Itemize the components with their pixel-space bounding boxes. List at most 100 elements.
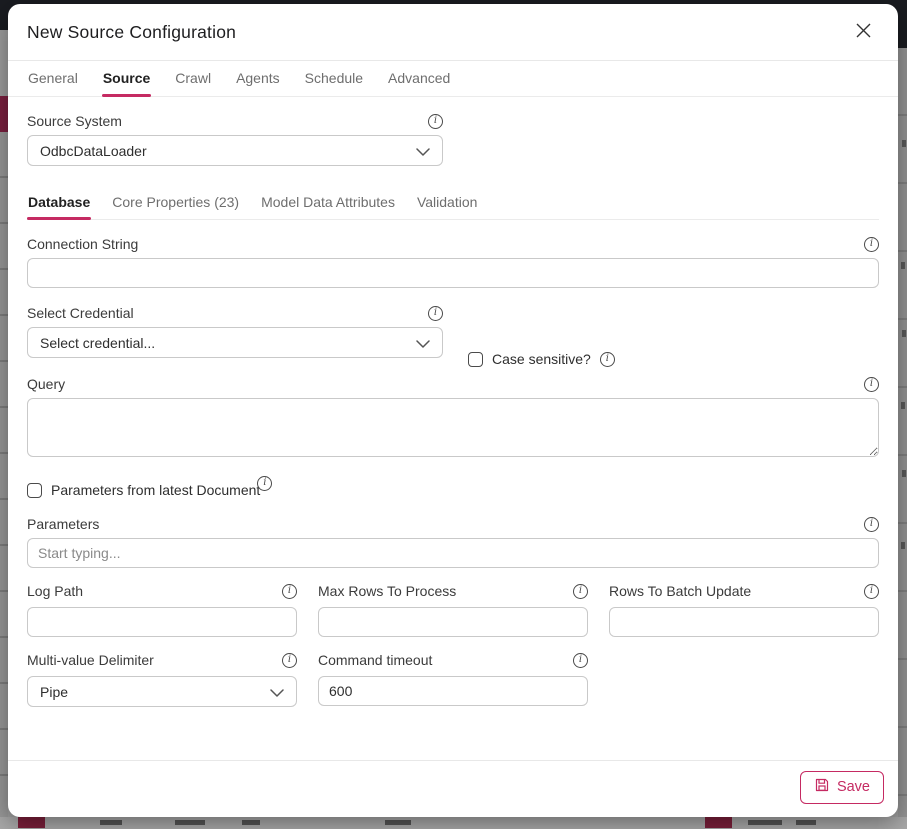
- log-path-group: Log Path i: [27, 583, 297, 637]
- rows-to-batch-update-input[interactable]: [609, 607, 879, 637]
- select-credential-label-row: Select Credential i: [27, 305, 443, 321]
- multi-value-delimiter-value: Pipe: [40, 684, 68, 700]
- info-icon[interactable]: i: [573, 653, 588, 668]
- tab-agents[interactable]: Agents: [235, 61, 281, 96]
- tab-source[interactable]: Source: [102, 61, 151, 96]
- info-icon[interactable]: i: [864, 584, 879, 599]
- save-button-label: Save: [837, 779, 870, 795]
- dialog-footer: Save: [8, 760, 898, 817]
- backdrop-text-fragment: [901, 262, 905, 269]
- info-icon[interactable]: i: [864, 517, 879, 532]
- tab-advanced[interactable]: Advanced: [387, 61, 451, 96]
- backdrop-text-fragment: [100, 820, 122, 825]
- multi-value-delimiter-label-row: Multi-value Delimiter i: [27, 652, 297, 668]
- connection-string-label: Connection String: [27, 236, 138, 252]
- credential-row: Select Credential i Select credential...…: [27, 305, 879, 358]
- dialog-title: New Source Configuration: [27, 22, 236, 43]
- info-icon[interactable]: i: [282, 584, 297, 599]
- backdrop-text-fragment: [385, 820, 411, 825]
- backdrop-text-fragment: [901, 542, 905, 549]
- source-system-label-row: Source System i: [27, 113, 443, 129]
- backdrop-right-rows: [898, 48, 907, 817]
- subtab-database[interactable]: Database: [27, 187, 91, 219]
- tab-general[interactable]: General: [27, 61, 79, 96]
- backdrop-text-fragment: [902, 470, 906, 477]
- connection-string-label-row: Connection String i: [27, 236, 879, 252]
- backdrop-text-fragment: [748, 820, 782, 825]
- command-timeout-group: Command timeout i: [318, 652, 588, 707]
- close-button[interactable]: [850, 19, 876, 45]
- info-icon[interactable]: i: [257, 476, 272, 491]
- backdrop-text-fragment: [902, 330, 906, 337]
- backdrop-text-fragment: [796, 820, 816, 825]
- dialog-header: New Source Configuration: [8, 4, 898, 61]
- info-icon[interactable]: i: [600, 352, 615, 367]
- parameters-label: Parameters: [27, 516, 99, 532]
- subtab-validation[interactable]: Validation: [416, 187, 478, 219]
- log-path-label: Log Path: [27, 583, 83, 599]
- multi-value-delimiter-label: Multi-value Delimiter: [27, 652, 154, 668]
- multi-value-delimiter-select[interactable]: Pipe: [27, 676, 297, 707]
- info-icon[interactable]: i: [428, 306, 443, 321]
- select-credential-select[interactable]: Select credential...: [27, 327, 443, 358]
- close-icon: [855, 22, 872, 42]
- max-rows-to-process-group: Max Rows To Process i: [318, 583, 588, 637]
- subtab-model-data-attributes[interactable]: Model Data Attributes: [260, 187, 396, 219]
- empty-grid-cell: [609, 652, 879, 707]
- new-source-configuration-dialog: New Source Configuration General Source …: [8, 4, 898, 817]
- command-timeout-input[interactable]: [318, 676, 588, 706]
- query-label: Query: [27, 376, 65, 392]
- save-button[interactable]: Save: [800, 771, 884, 804]
- source-system-value: OdbcDataLoader: [40, 143, 147, 159]
- command-timeout-label-row: Command timeout i: [318, 652, 588, 668]
- chevron-down-icon: [270, 684, 284, 700]
- source-system-label: Source System: [27, 113, 122, 129]
- max-rows-to-process-label: Max Rows To Process: [318, 583, 456, 599]
- info-icon[interactable]: i: [864, 377, 879, 392]
- chevron-down-icon: [416, 143, 430, 159]
- backdrop-status-badge: [705, 817, 732, 828]
- dialog-content: Source System i OdbcDataLoader Database …: [8, 97, 898, 760]
- log-path-input[interactable]: [27, 607, 297, 637]
- backdrop-maroon-block: [0, 96, 8, 132]
- parameters-from-latest-document-group: Parameters from latest Document i: [27, 482, 879, 498]
- delimiter-timeout-row: Multi-value Delimiter i Pipe Command tim…: [27, 652, 879, 707]
- log-path-label-row: Log Path i: [27, 583, 297, 599]
- connection-string-input[interactable]: [27, 258, 879, 288]
- tab-crawl[interactable]: Crawl: [174, 61, 212, 96]
- command-timeout-label: Command timeout: [318, 652, 432, 668]
- info-icon[interactable]: i: [573, 584, 588, 599]
- backdrop-left-rows: [0, 132, 8, 817]
- info-icon[interactable]: i: [428, 114, 443, 129]
- rows-to-batch-update-group: Rows To Batch Update i: [609, 583, 879, 637]
- backdrop-text-fragment: [242, 820, 260, 825]
- case-sensitive-checkbox[interactable]: [468, 352, 483, 367]
- parameters-input[interactable]: [27, 538, 879, 568]
- dialog-tabbar: General Source Crawl Agents Schedule Adv…: [8, 61, 898, 97]
- select-credential-value: Select credential...: [40, 335, 155, 351]
- parameters-from-latest-document-checkbox[interactable]: [27, 483, 42, 498]
- case-sensitive-label: Case sensitive?: [492, 351, 591, 367]
- source-system-select[interactable]: OdbcDataLoader: [27, 135, 443, 166]
- info-icon[interactable]: i: [282, 653, 297, 668]
- query-textarea[interactable]: [27, 398, 879, 457]
- tab-schedule[interactable]: Schedule: [304, 61, 364, 96]
- backdrop-status-badge: [18, 817, 45, 828]
- max-rows-to-process-input[interactable]: [318, 607, 588, 637]
- parameters-label-row: Parameters i: [27, 516, 879, 532]
- backdrop-text-fragment: [902, 140, 906, 147]
- source-subtabbar: Database Core Properties (23) Model Data…: [27, 187, 879, 220]
- query-label-row: Query i: [27, 376, 879, 392]
- parameters-from-latest-document-label: Parameters from latest Document: [51, 482, 260, 498]
- backdrop-bottom-row: [0, 817, 907, 829]
- case-sensitive-group: Case sensitive? i: [468, 351, 615, 367]
- info-icon[interactable]: i: [864, 237, 879, 252]
- select-credential-group: Select Credential i Select credential...: [27, 305, 443, 358]
- chevron-down-icon: [416, 335, 430, 351]
- save-floppy-icon: [814, 777, 830, 797]
- backdrop-text-fragment: [901, 402, 905, 409]
- numeric-options-row: Log Path i Max Rows To Process i Rows To…: [27, 583, 879, 637]
- subtab-core-properties[interactable]: Core Properties (23): [111, 187, 240, 219]
- max-rows-to-process-label-row: Max Rows To Process i: [318, 583, 588, 599]
- select-credential-label: Select Credential: [27, 305, 134, 321]
